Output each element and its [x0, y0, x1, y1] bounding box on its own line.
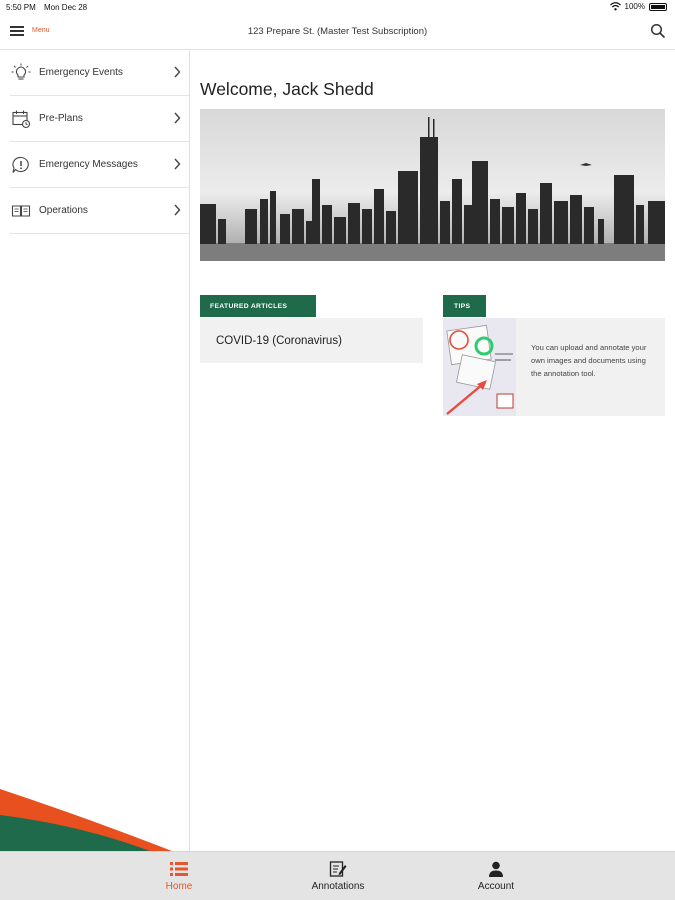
- book-icon: [10, 200, 32, 222]
- tab-label: Annotations: [311, 881, 365, 892]
- city-skyline-image: [200, 117, 665, 261]
- lightbulb-icon: [10, 62, 32, 84]
- featured-articles-tag: FEATURED ARTICLES: [200, 295, 316, 317]
- calendar-icon: [10, 108, 32, 130]
- sidebar-item-emergency-events[interactable]: Emergency Events: [10, 50, 189, 96]
- featured-article-card[interactable]: COVID-19 (Coronavirus): [200, 318, 423, 363]
- battery-icon: [649, 2, 667, 11]
- battery-percent: 100%: [624, 2, 645, 11]
- tips-card[interactable]: You can upload and annotate your own ima…: [443, 318, 665, 416]
- tab-home[interactable]: Home: [119, 852, 239, 900]
- featured-article-title: COVID-19 (Coronavirus): [216, 334, 342, 347]
- bottom-tab-bar: Home Annotations Account: [0, 851, 675, 900]
- list-icon: [170, 860, 188, 878]
- welcome-heading: Welcome, Jack Shedd: [200, 79, 374, 99]
- tab-account[interactable]: Account: [436, 852, 556, 900]
- app-header: Menu 123 Prepare St. (Master Test Subscr…: [0, 14, 675, 50]
- hero-image: [200, 109, 665, 261]
- wifi-icon: [609, 2, 621, 11]
- alert-bubble-icon: [10, 154, 32, 176]
- chevron-right-icon: [174, 66, 181, 78]
- tips-tag: TIPS: [443, 295, 486, 317]
- sidebar-item-pre-plans[interactable]: Pre-Plans: [10, 96, 189, 142]
- brand-swoosh: [0, 789, 172, 851]
- chevron-right-icon: [174, 112, 181, 124]
- sidebar-item-label: Pre-Plans: [39, 113, 83, 124]
- person-icon: [487, 860, 505, 878]
- sidebar: Emergency Events Pre-Plans Emergency Mes…: [0, 50, 190, 851]
- sidebar-item-label: Emergency Events: [39, 67, 123, 78]
- page-title: 123 Prepare St. (Master Test Subscriptio…: [247, 26, 428, 37]
- status-date: Mon Dec 28: [44, 3, 88, 12]
- tab-label: Home: [165, 881, 193, 892]
- annotate-icon: [329, 860, 347, 878]
- status-time: 5:50 PM: [6, 3, 36, 12]
- sidebar-item-label: Operations: [39, 205, 88, 216]
- status-bar: 5:50 PM Mon Dec 28 100%: [0, 0, 675, 14]
- search-icon[interactable]: [650, 23, 666, 39]
- sidebar-item-operations[interactable]: Operations: [10, 188, 189, 234]
- main-content: Welcome, Jack Shedd FEATURED ARTICLES CO…: [190, 50, 675, 851]
- tips-text: You can upload and annotate your own ima…: [531, 343, 647, 378]
- annotation-example-image: [443, 318, 516, 416]
- chevron-right-icon: [174, 158, 181, 170]
- tab-annotations[interactable]: Annotations: [278, 852, 398, 900]
- tab-label: Account: [477, 881, 515, 892]
- sidebar-item-emergency-messages[interactable]: Emergency Messages: [10, 142, 189, 188]
- sidebar-item-label: Emergency Messages: [39, 159, 138, 170]
- chevron-right-icon: [174, 204, 181, 216]
- status-right: 100%: [609, 2, 667, 11]
